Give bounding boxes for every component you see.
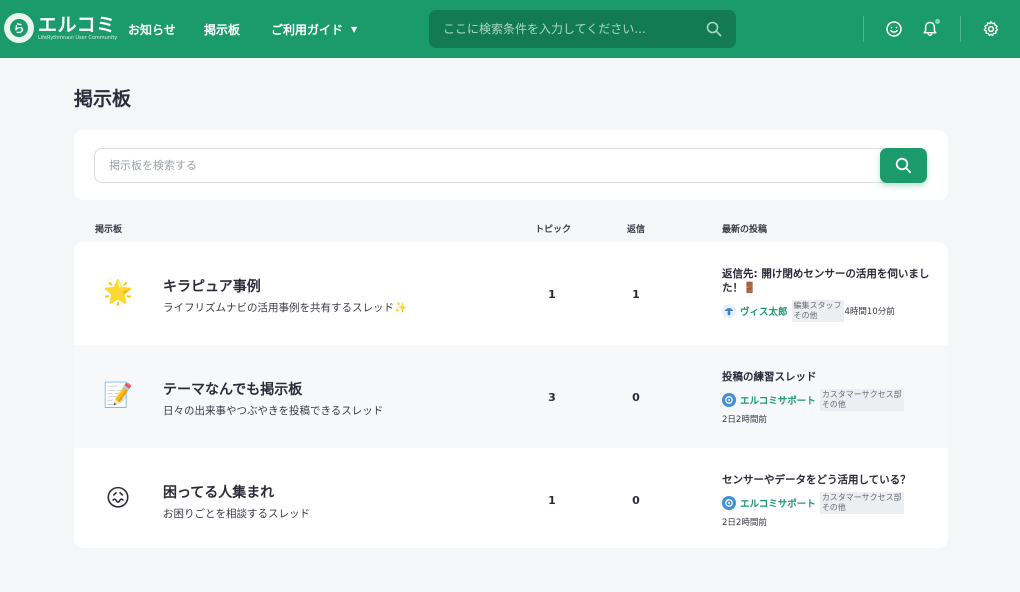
logo-icon: ら bbox=[4, 13, 34, 43]
topic-count: 1 bbox=[548, 494, 556, 507]
latest-post-time: 2日2時間前 bbox=[722, 518, 767, 528]
column-header-replies: 返信 bbox=[627, 225, 646, 235]
reply-count: 0 bbox=[632, 391, 640, 404]
avatar bbox=[722, 496, 736, 510]
global-search-input[interactable] bbox=[443, 10, 703, 48]
author-role-badge: カスタマーサクセス部 その他 bbox=[819, 492, 904, 514]
board-title[interactable]: テーマなんでも掲示板 bbox=[163, 379, 302, 399]
board-title[interactable]: キラピュア事例 bbox=[163, 276, 261, 296]
support-avatar-icon bbox=[725, 499, 733, 507]
board-search-card bbox=[74, 130, 948, 200]
board-description: 日々の出来事やつぶやきを投稿できるスレッド bbox=[163, 405, 384, 417]
latest-post: 投稿の練習スレッド エルコミサポート カスタマーサクセス部 その他 2日2時間前 bbox=[722, 370, 932, 425]
topic-count: 1 bbox=[548, 288, 556, 301]
search-icon bbox=[895, 157, 912, 174]
nav-news-label: お知らせ bbox=[128, 23, 176, 37]
author-role-badge: 編集スタッフ その他 bbox=[791, 300, 844, 322]
latest-post-time: 4時間10分前 bbox=[844, 307, 895, 317]
chevron-down-icon: ▼ bbox=[351, 25, 358, 34]
avatar bbox=[722, 304, 736, 318]
nav-board[interactable]: 掲示板 bbox=[204, 21, 240, 38]
star-icon: 🌟 bbox=[103, 278, 133, 306]
support-avatar-icon bbox=[725, 396, 733, 404]
logo-text: エルコミ bbox=[38, 14, 116, 36]
reply-count: 1 bbox=[632, 288, 640, 301]
navbar-divider bbox=[960, 16, 961, 42]
board-title[interactable]: 困ってる人集まれ bbox=[163, 482, 274, 502]
nav-news[interactable]: お知らせ bbox=[128, 21, 176, 38]
board-row[interactable]: 📝 テーマなんでも掲示板 日々の出来事やつぶやきを投稿できるスレッド 3 0 投… bbox=[74, 345, 948, 448]
gear-icon[interactable] bbox=[982, 20, 1000, 38]
latest-post: センサーやデータをどう活用している？ エルコミサポート カスタマーサクセス部 そ… bbox=[722, 473, 932, 528]
board-search-button[interactable] bbox=[880, 148, 927, 183]
page-title: 掲示板 bbox=[74, 88, 132, 110]
board-list: 🌟 キラピュア事例 ライフリズムナビの活用事例を共有するスレッド✨ 1 1 返信… bbox=[74, 242, 948, 548]
search-icon[interactable] bbox=[706, 21, 722, 37]
nav-guide[interactable]: ご利用ガイド ▼ bbox=[271, 21, 357, 38]
latest-post-author[interactable]: エルコミサポート bbox=[740, 496, 816, 510]
column-header-board: 掲示板 bbox=[95, 225, 123, 235]
latest-post: 返信先: 開け閉めセンサーの活用を伺いました！🚪 ヴィス太郎 編集スタッフ その… bbox=[722, 267, 932, 322]
site-logo[interactable]: ら エルコミ LifeRythmnavi User Community bbox=[4, 10, 117, 46]
confounded-face-icon: 😖 bbox=[105, 484, 131, 512]
notification-dot bbox=[935, 19, 940, 24]
nav-guide-label: ご利用ガイド bbox=[271, 23, 344, 37]
avatar bbox=[722, 393, 736, 407]
column-header-latest: 最新の投稿 bbox=[722, 225, 768, 235]
logo-subtext: LifeRythmnavi User Community bbox=[38, 35, 118, 41]
latest-post-title[interactable]: 投稿の練習スレッド bbox=[722, 370, 932, 384]
latest-post-author[interactable]: ヴィス太郎 bbox=[740, 304, 788, 318]
smile-icon[interactable] bbox=[885, 20, 903, 38]
board-description: ライフリズムナビの活用事例を共有するスレッド✨ bbox=[163, 302, 408, 314]
mushroom-avatar-icon bbox=[724, 308, 734, 316]
board-row[interactable]: 😖 困ってる人集まれ お困りごとを相談するスレッド 1 0 センサーやデータをど… bbox=[74, 448, 948, 548]
nav-board-label: 掲示板 bbox=[204, 23, 241, 37]
reply-count: 0 bbox=[632, 494, 640, 507]
latest-post-title[interactable]: センサーやデータをどう活用している？ bbox=[722, 473, 932, 487]
latest-post-title[interactable]: 返信先: 開け閉めセンサーの活用を伺いました！🚪 bbox=[722, 267, 932, 295]
memo-icon: 📝 bbox=[103, 381, 133, 409]
global-search bbox=[429, 10, 736, 48]
latest-post-author[interactable]: エルコミサポート bbox=[740, 393, 816, 407]
latest-post-time: 2日2時間前 bbox=[722, 415, 767, 425]
column-header-topics: トピック bbox=[535, 225, 572, 235]
board-description: お困りごとを相談するスレッド bbox=[163, 508, 310, 520]
topic-count: 3 bbox=[548, 391, 556, 404]
notifications-button[interactable] bbox=[921, 19, 940, 38]
board-search-input[interactable] bbox=[94, 148, 884, 183]
top-navbar: ら エルコミ LifeRythmnavi User Community お知らせ… bbox=[0, 0, 1020, 58]
board-row[interactable]: 🌟 キラピュア事例 ライフリズムナビの活用事例を共有するスレッド✨ 1 1 返信… bbox=[74, 242, 948, 345]
author-role-badge: カスタマーサクセス部 その他 bbox=[819, 389, 904, 411]
navbar-divider bbox=[863, 16, 864, 42]
